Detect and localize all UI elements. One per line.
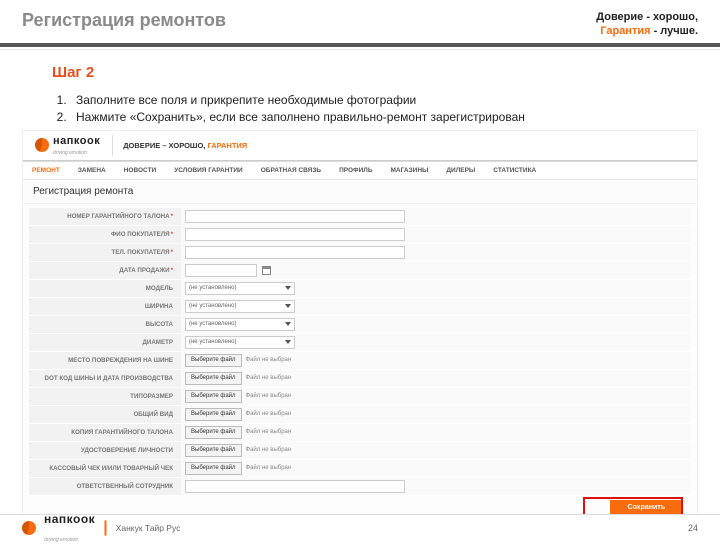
label-view: ОБЩИЙ ВИД: [29, 406, 181, 423]
label-id: УДОСТОВЕРЕНИЕ ЛИЧНОСТИ: [29, 442, 181, 459]
label-employee: ОТВЕТСТВЕННЫЙ СОТРУДНИК: [29, 478, 181, 495]
page-number: 24: [688, 523, 698, 533]
nav-item-warranty[interactable]: УСЛОВИЯ ГАРАНТИИ: [165, 162, 251, 179]
file-button-id[interactable]: Выберите файл: [185, 444, 242, 457]
nav-item-repair[interactable]: РЕМОНТ: [23, 162, 69, 179]
model-select[interactable]: (не установлено): [185, 282, 295, 295]
site-header: напкоок driving emotion ДОВЕРИЕ – ХОРОШО…: [23, 131, 697, 161]
chevron-down-icon: [285, 286, 291, 290]
label-damage: МЕСТО ПОВРЕЖДЕНИЯ НА ШИНЕ: [29, 352, 181, 369]
file-status: Файл не выбран: [246, 393, 292, 399]
label-width: ШИРИНА: [29, 298, 181, 315]
nav-item-dealers[interactable]: ДИЛЕРЫ: [437, 162, 484, 179]
file-button-receipt[interactable]: Выберите файл: [185, 462, 242, 475]
form-page-title: Регистрация ремонта: [23, 180, 697, 204]
nav-item-shops[interactable]: МАГАЗИНЫ: [382, 162, 438, 179]
label-phone: ТЕЛ. ПОКУПАТЕЛЯ: [29, 244, 181, 261]
instruction-item: Нажмите «Сохранить», если все заполнено …: [70, 110, 698, 124]
file-status: Файл не выбран: [246, 411, 292, 417]
brand-logo[interactable]: напкоок driving emotion: [23, 131, 112, 160]
file-status: Файл не выбран: [246, 375, 292, 381]
brand-motto: driving emotion: [53, 150, 87, 156]
file-status: Файл не выбран: [246, 357, 292, 363]
label-height: ВЫСОТА: [29, 316, 181, 333]
brand-text: напкоок: [53, 135, 100, 147]
file-button-view[interactable]: Выберите файл: [185, 408, 242, 421]
file-status: Файл не выбран: [246, 465, 292, 471]
divider-dark: [0, 43, 720, 47]
footer-separator: |: [103, 519, 107, 537]
file-status: Файл не выбран: [246, 429, 292, 435]
main-nav: РЕМОНТ ЗАМЕНА НОВОСТИ УСЛОВИЯ ГАРАНТИИ О…: [23, 161, 697, 180]
slide-footer: напкоок driving emotion | Ханкук Тайр Ру…: [0, 514, 720, 540]
label-model: МОДЕЛЬ: [29, 280, 181, 297]
height-select[interactable]: (не установлено): [185, 318, 295, 331]
calendar-icon[interactable]: [261, 265, 272, 276]
tagline: Доверие - хорошо, Гарантия - лучше.: [596, 10, 698, 39]
ticket-input[interactable]: [185, 210, 405, 223]
nav-item-news[interactable]: НОВОСТИ: [115, 162, 166, 179]
width-select[interactable]: (не установлено): [185, 300, 295, 313]
brand-text: напкоок: [44, 512, 95, 526]
diameter-select[interactable]: (не установлено): [185, 336, 295, 349]
footer-logo: напкоок driving emotion: [22, 510, 95, 546]
phone-input[interactable]: [185, 246, 405, 259]
label-fio: ФИО ПОКУПАТЕЛЯ: [29, 226, 181, 243]
nav-item-feedback[interactable]: ОБРАТНАЯ СВЯЗЬ: [252, 162, 330, 179]
file-button-size[interactable]: Выберите файл: [185, 390, 242, 403]
save-button[interactable]: Сохранить: [610, 500, 683, 515]
nav-item-replace[interactable]: ЗАМЕНА: [69, 162, 115, 179]
site-slogan: ДОВЕРИЕ – ХОРОШО, ГАРАНТИЯ: [112, 135, 257, 156]
file-button-dot[interactable]: Выберите файл: [185, 372, 242, 385]
nav-item-stats[interactable]: СТАТИСТИКА: [484, 162, 545, 179]
label-date: ДАТА ПРОДАЖИ: [29, 262, 181, 279]
chevron-down-icon: [285, 322, 291, 326]
repair-form: НОМЕР ГАРАНТИЙНОГО ТАЛОНА ФИО ПОКУПАТЕЛЯ…: [23, 204, 697, 521]
label-diameter: ДИАМЕТР: [29, 334, 181, 351]
instruction-list: Заполните все поля и прикрепите необходи…: [70, 93, 698, 124]
employee-input[interactable]: [185, 480, 405, 493]
chevron-down-icon: [285, 304, 291, 308]
embedded-screenshot: напкоок driving emotion ДОВЕРИЕ – ХОРОШО…: [22, 130, 698, 522]
label-ticket: НОМЕР ГАРАНТИЙНОГО ТАЛОНА: [29, 208, 181, 225]
file-status: Файл не выбран: [246, 447, 292, 453]
file-button-damage[interactable]: Выберите файл: [185, 354, 242, 367]
label-dot: DOT КОД ШИНЫ И ДАТА ПРОИЗВОДСТВА: [29, 370, 181, 387]
step-heading: Шаг 2: [52, 64, 698, 81]
file-button-ticket-copy[interactable]: Выберите файл: [185, 426, 242, 439]
chevron-down-icon: [285, 340, 291, 344]
instruction-item: Заполните все поля и прикрепите необходи…: [70, 93, 698, 107]
fio-input[interactable]: [185, 228, 405, 241]
nav-item-profile[interactable]: ПРОФИЛЬ: [330, 162, 381, 179]
page-title: Регистрация ремонтов: [22, 10, 226, 31]
date-input[interactable]: [185, 264, 257, 277]
hankook-swirl-icon: [22, 521, 36, 535]
label-ticket-copy: КОПИЯ ГАРАНТИЙНОГО ТАЛОНА: [29, 424, 181, 441]
footer-company: Ханкук Тайр Рус: [116, 523, 181, 533]
label-receipt: КАССОВЫЙ ЧЕК И/ИЛИ ТОВАРНЫЙ ЧЕК: [29, 460, 181, 477]
label-size: ТИПОРАЗМЕР: [29, 388, 181, 405]
hankook-swirl-icon: [35, 138, 49, 152]
